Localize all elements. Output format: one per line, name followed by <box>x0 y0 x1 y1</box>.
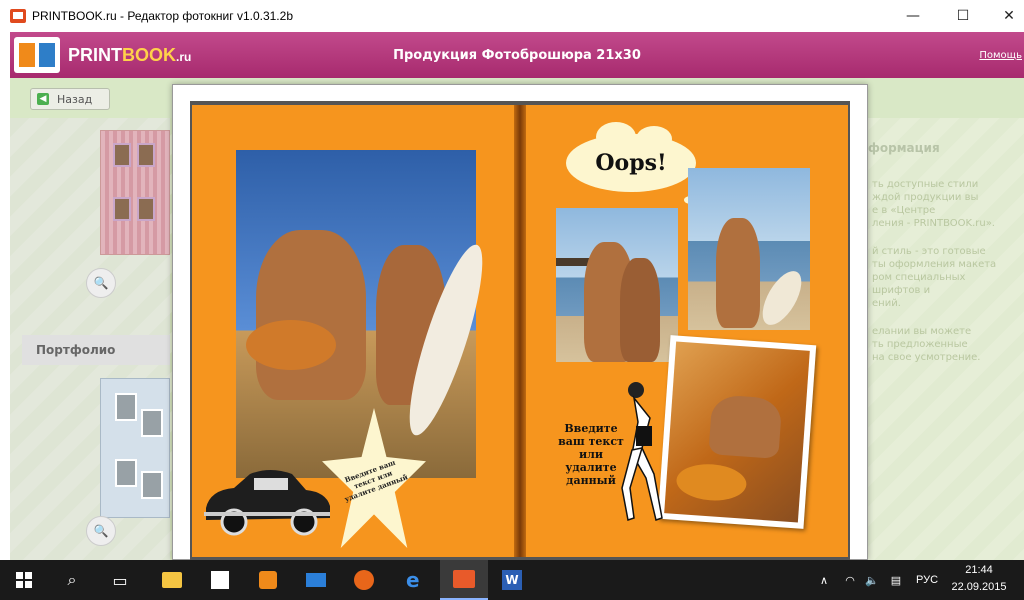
window-titlebar: PRINTBOOK.ru - Редактор фотокниг v1.0.31… <box>0 0 1024 32</box>
thumb-photo <box>113 143 131 167</box>
back-button[interactable]: ◀ Назад <box>30 88 110 110</box>
style-thumbnail-portfolio[interactable] <box>100 378 170 518</box>
person-guitarist <box>256 230 366 400</box>
info-line: ления - PRINTBOOK.ru». <box>872 218 995 229</box>
thumb-photo <box>137 197 155 221</box>
volume-icon[interactable]: 🔈 <box>860 560 884 600</box>
zoom-icon[interactable]: 🔍 <box>86 268 116 298</box>
page-title: Продукция Фотоброшюра 21х30 <box>393 47 641 63</box>
info-line: е в «Центре <box>872 205 936 216</box>
thumb-photo <box>115 393 137 421</box>
person-tent <box>708 394 783 459</box>
retro-car-clipart <box>204 470 330 536</box>
thumb-photo <box>137 143 155 167</box>
file-explorer-icon[interactable] <box>148 560 196 600</box>
info-line: ром специальных <box>872 272 966 283</box>
info-line: на свое усмотрение. <box>872 352 981 363</box>
clock-date: 22.09.2015 <box>951 581 1007 593</box>
start-button[interactable] <box>0 560 48 600</box>
app-header: PRINTBOOK.ru Продукция Фотоброшюра 21х30… <box>10 32 1024 78</box>
word-icon[interactable]: W <box>488 560 536 600</box>
info-line: шрифтов и <box>872 285 931 296</box>
info-panel: формация ть доступные стили ждой продукц… <box>866 118 1024 560</box>
person-beach <box>716 218 760 328</box>
clock-time: 21:44 <box>965 564 993 576</box>
thumb-photo <box>141 471 163 499</box>
thumb-photo <box>115 459 137 487</box>
right-placeholder-text[interactable]: Введите ваш текст или удалите данный <box>556 422 626 487</box>
thumb-photo <box>113 197 131 221</box>
task-view-icon[interactable]: ▭ <box>96 560 144 600</box>
info-line: ть предложенные <box>872 339 968 350</box>
search-icon[interactable]: ⌕ <box>48 560 96 600</box>
language-indicator[interactable]: РУС <box>910 560 944 600</box>
store-icon[interactable] <box>196 560 244 600</box>
portfolio-section-title: Портфолио <box>22 335 170 365</box>
minimize-button[interactable]: — <box>890 0 936 32</box>
thumb-photo <box>141 409 163 437</box>
notifications-icon[interactable]: ▤ <box>884 560 908 600</box>
firefox-icon[interactable] <box>340 560 388 600</box>
info-heading: формация <box>868 141 940 155</box>
info-line: ений. <box>872 298 901 309</box>
tray-expand-icon[interactable]: ∧ <box>812 560 836 600</box>
maximize-button[interactable]: ☐ <box>940 0 986 32</box>
surfboard <box>754 265 810 331</box>
wifi-icon[interactable]: ◠ <box>838 560 862 600</box>
zoom-icon[interactable]: 🔍 <box>86 516 116 546</box>
tent-photo-frame[interactable] <box>657 335 817 529</box>
back-button-label: Назад <box>57 92 93 106</box>
info-line: елании вы можете <box>872 326 972 337</box>
windows-logo-icon <box>16 572 32 588</box>
pinup-girl-clipart <box>621 382 663 521</box>
back-arrow-icon: ◀ <box>37 93 49 105</box>
window-title: PRINTBOOK.ru - Редактор фотокниг v1.0.31… <box>32 9 293 23</box>
tent-photo <box>664 341 810 523</box>
system-clock[interactable]: 21:44 22.09.2015 <box>944 562 1014 596</box>
edge-icon[interactable]: e <box>392 560 440 600</box>
info-line: ты оформления макета <box>872 259 997 270</box>
close-button[interactable]: ✕ <box>986 0 1024 32</box>
style-thumbnail-1[interactable] <box>100 130 170 255</box>
printbook-app-icon <box>10 9 26 23</box>
guitar <box>246 320 336 370</box>
person-beach <box>620 258 660 362</box>
main-photo[interactable] <box>236 150 496 478</box>
beach-photo-2[interactable] <box>688 168 810 331</box>
info-line: ть доступные стили <box>872 179 979 190</box>
info-line: ждой продукции вы <box>872 192 979 203</box>
help-link[interactable]: Помощь <box>979 50 1022 61</box>
book-gutter <box>514 105 526 557</box>
printbook-taskbar-icon[interactable] <box>440 560 488 600</box>
mail-icon[interactable] <box>292 560 340 600</box>
info-line: й стиль - это готовые <box>872 246 986 257</box>
beach-photo-1[interactable] <box>556 208 678 362</box>
oops-speech-bubble[interactable]: Oops! <box>566 122 696 192</box>
media-player-icon[interactable] <box>244 560 292 600</box>
guitar <box>675 461 748 503</box>
